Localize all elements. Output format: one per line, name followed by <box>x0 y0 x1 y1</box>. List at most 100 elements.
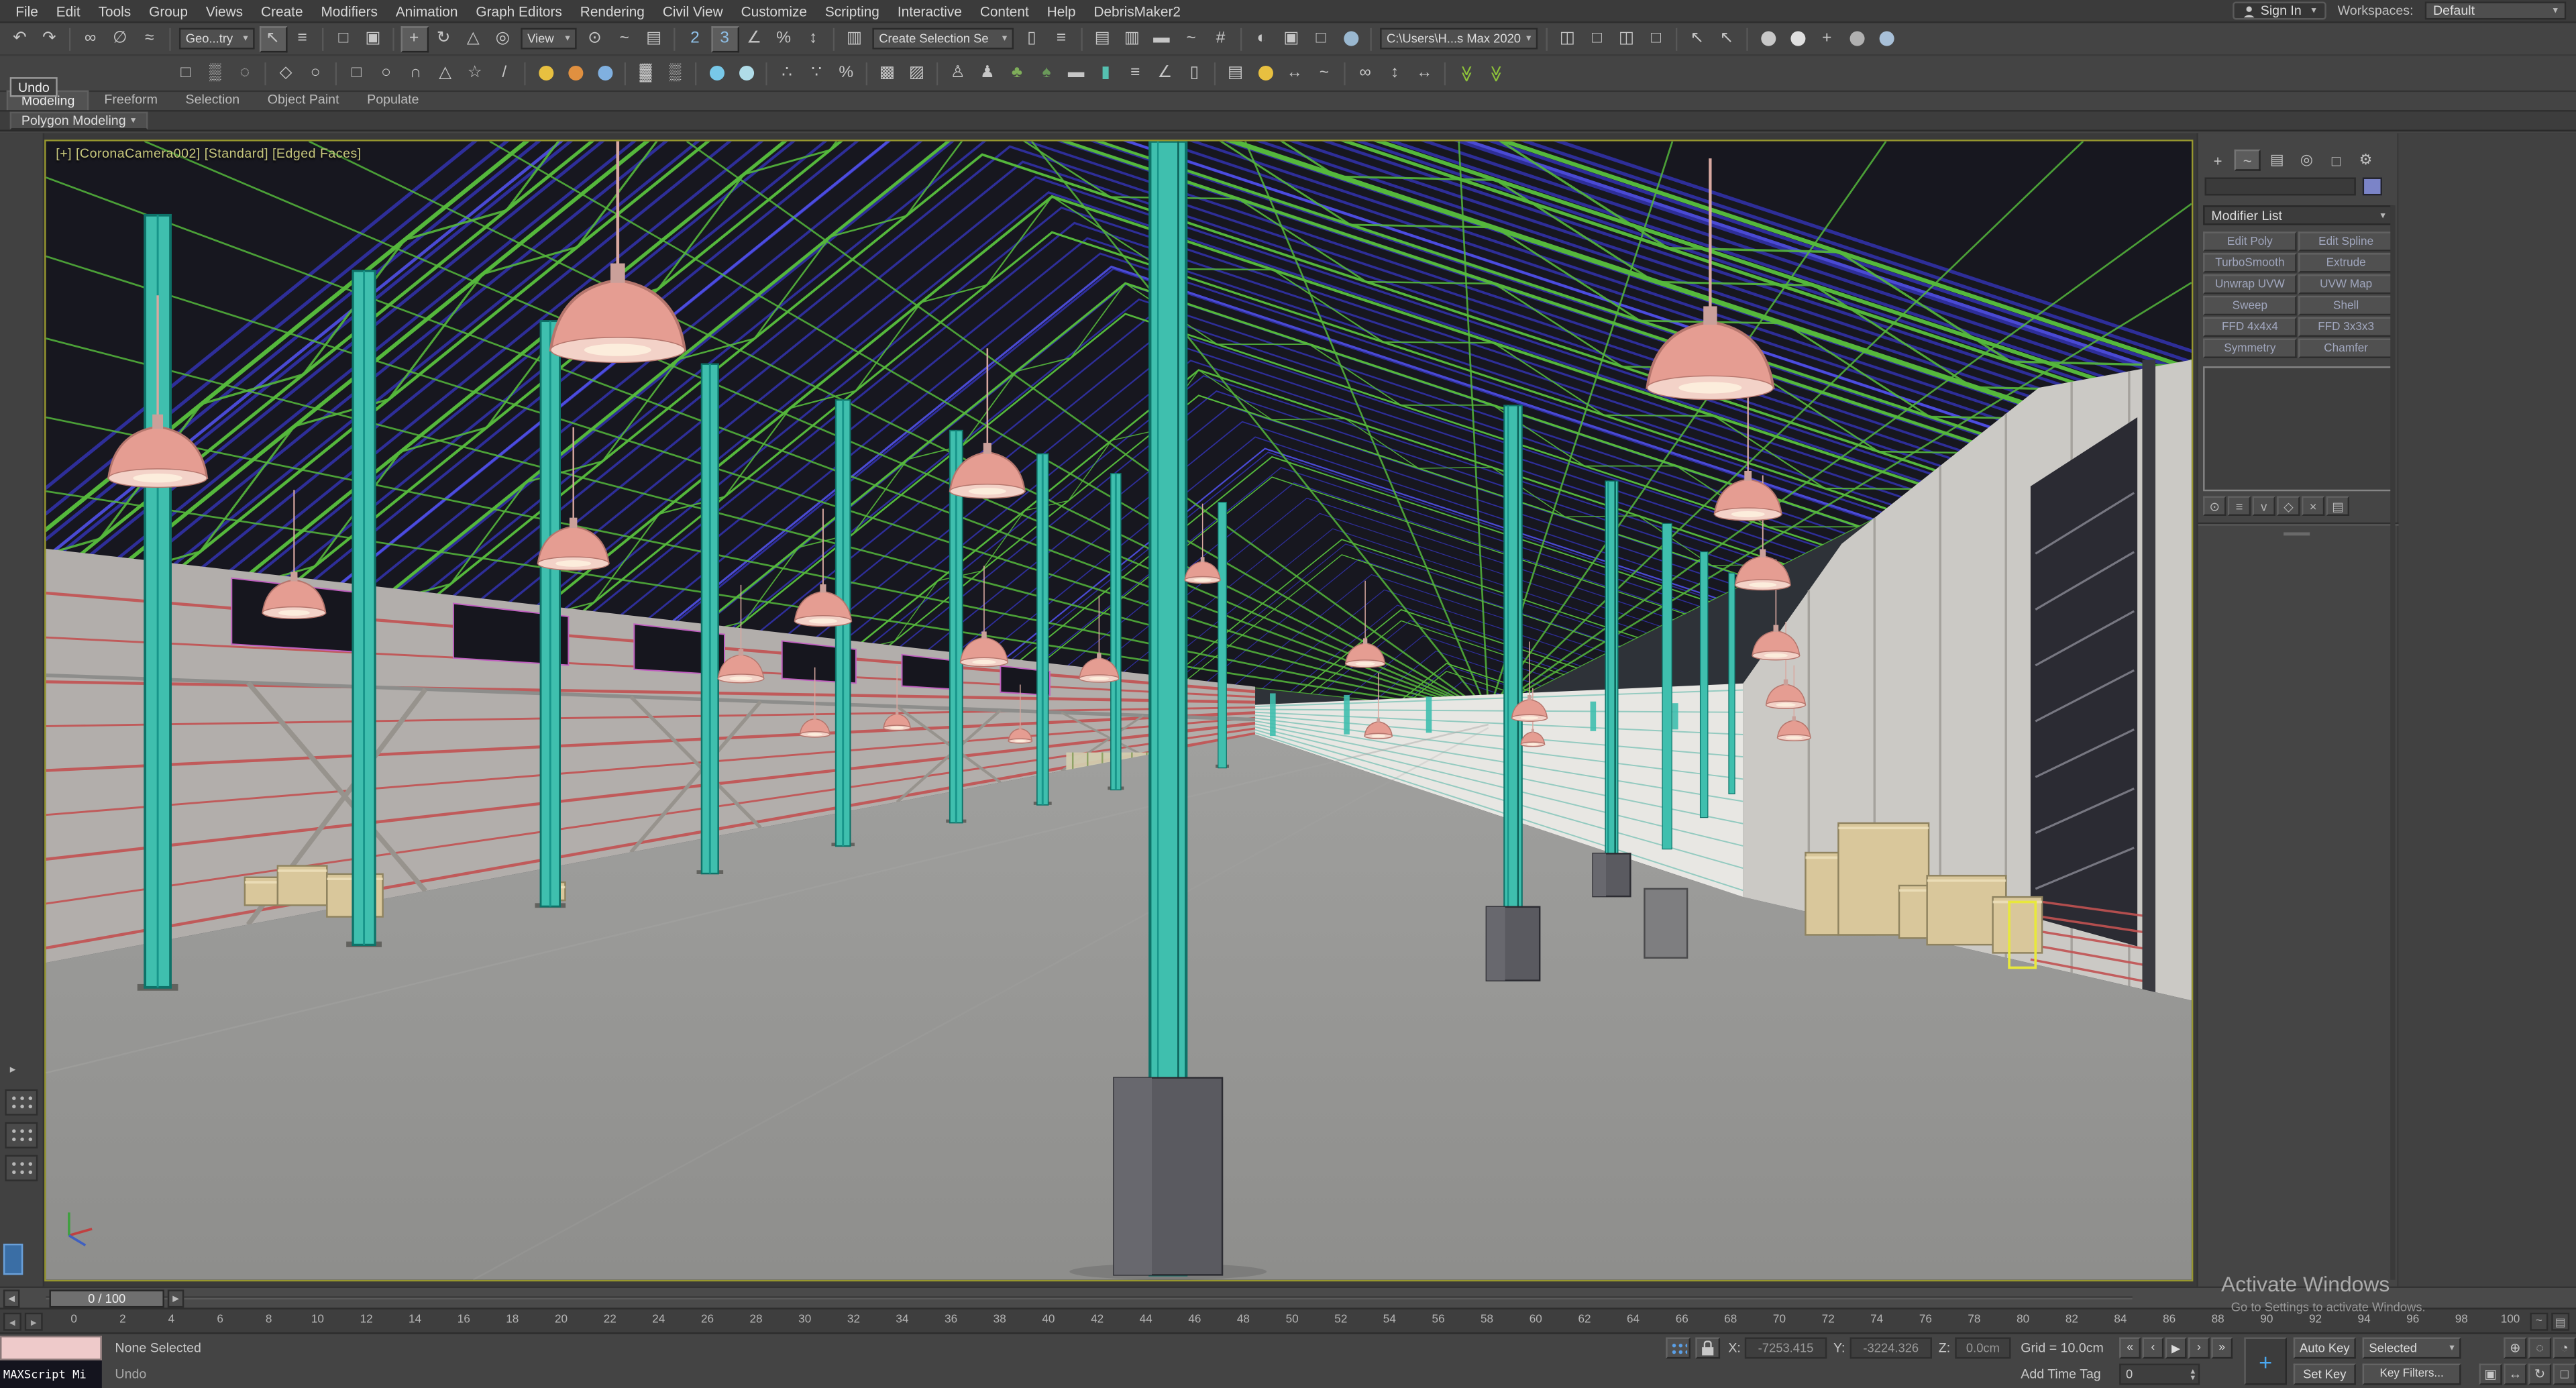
arrows-horizontal-icon[interactable]: ↔ <box>1410 60 1438 86</box>
go-to-end-button[interactable]: » <box>2211 1337 2233 1359</box>
menu-create[interactable]: Create <box>252 0 312 22</box>
hierarchy-tab-icon[interactable]: ▤ <box>2264 150 2290 171</box>
track-bar[interactable]: ◂ ▸ 0 2 4 6 8 10 12 14 16 18 20 22 24 26 28 30 32 34 36 38 4… <box>0 1307 2576 1333</box>
viewport-layout-button-3[interactable] <box>5 1155 38 1181</box>
select-place-icon[interactable]: ◎ <box>489 25 517 52</box>
menu-edit[interactable]: Edit <box>47 0 89 22</box>
paint-selection-icon[interactable]: ▒ <box>201 60 229 86</box>
select-manipulate-icon[interactable]: ~ <box>610 25 639 52</box>
viewport-layout-active-tab[interactable] <box>3 1243 23 1275</box>
pin-stack-icon[interactable]: ⊙ <box>2203 496 2226 516</box>
sky-light-icon[interactable] <box>590 60 619 86</box>
add-time-tag[interactable]: Add Time Tag <box>2021 1367 2100 1382</box>
delete-modifier-icon[interactable]: × <box>2302 496 2325 516</box>
maximize-viewport-icon[interactable]: □ <box>2553 1363 2576 1385</box>
rectangular-selection-icon[interactable]: □ <box>329 25 358 52</box>
spray-icon[interactable]: ∵ <box>802 60 830 86</box>
angle-snap-icon[interactable]: ∠ <box>740 25 768 52</box>
x-coordinate-field[interactable]: -7253.415 <box>1744 1337 1827 1359</box>
show-end-result-icon[interactable]: ≡ <box>2227 496 2251 516</box>
use-pivot-center-icon[interactable]: ⊙ <box>581 25 609 52</box>
modifier-button-extrude[interactable]: Extrude <box>2298 253 2394 273</box>
viewport-layout-button-2[interactable] <box>5 1122 38 1149</box>
create-star-icon[interactable]: ☆ <box>461 60 489 86</box>
menu-rendering[interactable]: Rendering <box>571 0 653 22</box>
stairs-icon[interactable]: ∠ <box>1151 60 1179 86</box>
modifier-button-sweep[interactable]: Sweep <box>2203 295 2297 316</box>
render-plus-icon[interactable]: + <box>1813 25 1841 52</box>
layout-expand-icon[interactable]: ▸ <box>10 1063 16 1076</box>
isolate-cursor-b-icon[interactable]: ↖ <box>1713 25 1741 52</box>
object-color-swatch[interactable] <box>2362 177 2383 196</box>
spinner-snap-icon[interactable]: ↕ <box>799 25 827 52</box>
soft-selection-icon[interactable]: ◌ <box>231 60 259 86</box>
populate-crowd-icon[interactable]: ♟ <box>973 60 1002 86</box>
create-line-icon[interactable]: / <box>490 60 519 86</box>
reference-coordinate-dropdown[interactable]: View ▾ <box>521 28 577 50</box>
workspace-select[interactable]: Default ▾ <box>2424 1 2567 20</box>
play-button[interactable]: ▶ <box>2165 1337 2187 1359</box>
scene-explorer-icon[interactable]: ▤ <box>1088 25 1116 52</box>
modifier-button-symmetry[interactable]: Symmetry <box>2203 338 2297 358</box>
ribbon-tab-freeform[interactable]: Freeform <box>91 91 171 110</box>
modifier-button-shell[interactable]: Shell <box>2298 295 2394 316</box>
go-to-start-button[interactable]: « <box>2119 1337 2141 1359</box>
mini-curve-editor-icon[interactable]: ~ <box>2530 1312 2548 1331</box>
material-editor-icon[interactable]: ◐ <box>1248 25 1276 52</box>
rendered-frame-icon[interactable]: □ <box>1307 25 1335 52</box>
align-icon[interactable]: ≡ <box>1047 25 1075 52</box>
viewport[interactable]: [+] [CoronaCamera002] [Standard] [Edged … <box>44 140 2194 1282</box>
menu-customize[interactable]: Customize <box>732 0 816 22</box>
menu-interactive[interactable]: Interactive <box>888 0 971 22</box>
modifier-button-uvw-map[interactable]: UVW Map <box>2298 274 2394 295</box>
graph-icon[interactable]: ~ <box>1310 60 1338 86</box>
auto-key-button[interactable]: Auto Key <box>2293 1337 2356 1359</box>
motion-tab-icon[interactable]: ◎ <box>2294 150 2320 171</box>
menu-debrismaker2[interactable]: DebrisMaker2 <box>1085 0 1190 22</box>
modifier-button-unwrap-uvw[interactable]: Unwrap UVW <box>2203 274 2297 295</box>
spinner-arrows-icon[interactable]: ▲ ▼ <box>2189 1367 2196 1381</box>
track-bar-mode-icon[interactable]: ▸ <box>24 1312 43 1331</box>
utilities-tab-icon[interactable]: ⚙ <box>2353 150 2379 171</box>
edit-named-selections-icon[interactable]: ▥ <box>841 25 869 52</box>
workspace-window-d-icon[interactable]: □ <box>1642 25 1670 52</box>
modifier-button-chamfer[interactable]: Chamfer <box>2298 338 2394 358</box>
zoom-extents-icon[interactable]: ▣ <box>2479 1363 2502 1385</box>
sphere-light-icon[interactable] <box>561 60 589 86</box>
unlink-selection-icon[interactable]: ∅ <box>106 25 134 52</box>
menu-scripting[interactable]: Scripting <box>816 0 888 22</box>
previous-frame-button[interactable]: ‹ <box>2142 1337 2164 1359</box>
modifier-list-dropdown[interactable]: Modifier List ▾ <box>2203 205 2394 225</box>
workspace-window-c-icon[interactable]: ◫ <box>1613 25 1641 52</box>
lasso-icon[interactable]: ○ <box>301 60 329 86</box>
slider-controls-icon[interactable]: ▤ <box>1222 60 1250 86</box>
schematic-view-icon[interactable]: # <box>1207 25 1235 52</box>
modifier-button-edit-spline[interactable]: Edit Spline <box>2298 231 2394 252</box>
menu-views[interactable]: Views <box>197 0 252 22</box>
bind-to-spacewarp-icon[interactable]: ≈ <box>136 25 164 52</box>
time-slider-track[interactable] <box>46 1296 2133 1300</box>
select-scale-icon[interactable]: △ <box>459 25 487 52</box>
select-object-icon[interactable]: ↖ <box>258 25 287 52</box>
current-frame-field[interactable]: 0 ▲ ▼ <box>2119 1363 2200 1385</box>
menu-file[interactable]: File <box>7 0 47 22</box>
key-mode-dropdown[interactable]: Selected ▾ <box>2362 1337 2461 1359</box>
railing-icon[interactable]: ≡ <box>1121 60 1149 86</box>
photometric-a-icon[interactable]: ▩ <box>873 60 902 86</box>
create-arc-icon[interactable]: ∩ <box>402 60 430 86</box>
modifier-button-turbosmooth[interactable]: TurboSmooth <box>2203 253 2297 273</box>
track-bar-filter-icon[interactable]: ◂ <box>3 1312 21 1331</box>
layer-explorer-icon[interactable]: ▥ <box>1118 25 1146 52</box>
window-crossing-icon[interactable]: ▣ <box>359 25 387 52</box>
redo-icon[interactable]: ↷ <box>36 25 64 52</box>
make-unique-icon[interactable]: v <box>2252 496 2275 516</box>
workspace-window-a-icon[interactable]: ◫ <box>1554 25 1582 52</box>
measure-icon[interactable]: ↔ <box>1281 60 1309 86</box>
snowflake-icon[interactable] <box>702 60 731 86</box>
scatter-icon[interactable]: ∴ <box>773 60 801 86</box>
rollout-collapse-dash[interactable] <box>2284 532 2310 536</box>
sign-in-button[interactable]: Sign In ▾ <box>2233 1 2326 20</box>
time-slider-handle[interactable]: 0 / 100 <box>49 1289 164 1308</box>
arrows-vertical-icon[interactable]: ↕ <box>1381 60 1409 86</box>
menu-civil-view[interactable]: Civil View <box>653 0 732 22</box>
